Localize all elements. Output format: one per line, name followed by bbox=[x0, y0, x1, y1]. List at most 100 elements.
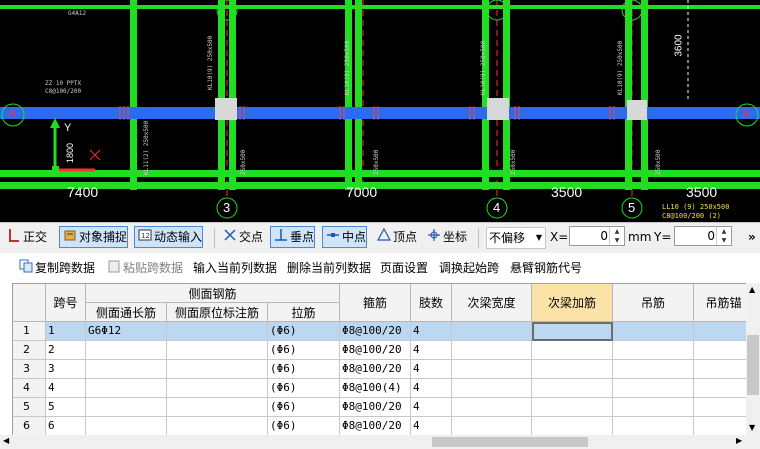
cell-side-original[interactable] bbox=[167, 322, 268, 341]
cell-secondary-width[interactable] bbox=[452, 322, 532, 341]
cell-hanger[interactable] bbox=[613, 398, 694, 417]
delete-current-column-button[interactable]: 删除当前列数据 bbox=[287, 259, 371, 277]
beam-label-2: C8@100/200 (2) bbox=[662, 212, 722, 220]
cell-stirrup[interactable]: Φ8@100/20 bbox=[340, 322, 411, 341]
cell-side-continuous[interactable] bbox=[86, 360, 167, 379]
cell-tie[interactable]: (Φ6) bbox=[268, 379, 340, 398]
cell-hanger-anchor[interactable] bbox=[694, 360, 747, 379]
cell-side-continuous[interactable] bbox=[86, 417, 167, 436]
cell-side-original[interactable] bbox=[167, 398, 268, 417]
input-current-column-button[interactable]: 输入当前列数据 bbox=[193, 259, 277, 277]
cell-hanger[interactable] bbox=[613, 379, 694, 398]
beam-label-1: LL10 (9) 250x500 bbox=[662, 203, 730, 211]
cell-span[interactable]: 1 bbox=[46, 322, 86, 341]
cell-stirrup[interactable]: Φ8@100(4) bbox=[340, 379, 411, 398]
horizontal-scroll-thumb[interactable] bbox=[432, 437, 588, 447]
cantilever-rebar-code-button[interactable]: 悬臂钢筋代号 bbox=[510, 259, 582, 277]
page-setup-button[interactable]: 页面设置 bbox=[380, 259, 428, 277]
offset-mode-select[interactable]: 不偏移 ▼ bbox=[486, 227, 546, 249]
scroll-left-icon[interactable]: ◀ bbox=[3, 436, 9, 445]
y-coordinate-input[interactable]: 0 ▲ ▼ bbox=[674, 226, 732, 246]
cell-hanger-anchor[interactable] bbox=[694, 398, 747, 417]
scroll-up-icon[interactable]: ▲ bbox=[749, 285, 755, 294]
cell-secondary-width[interactable] bbox=[452, 398, 532, 417]
cell-tie[interactable]: (Φ6) bbox=[268, 322, 340, 341]
cell-stirrup[interactable]: Φ8@100/20 bbox=[340, 417, 411, 436]
cell-secondary-extra[interactable] bbox=[532, 322, 613, 341]
copy-span-button[interactable]: 复制跨数据 bbox=[16, 259, 95, 277]
cell-legs[interactable]: 4 bbox=[411, 322, 452, 341]
vertex-icon bbox=[376, 227, 392, 248]
table-action-bar: 复制跨数据 粘贴跨数据 输入当前列数据 删除当前列数据 页面设置 调换起始跨 悬… bbox=[0, 253, 760, 281]
cell-hanger-anchor[interactable] bbox=[694, 417, 747, 436]
swap-start-span-button[interactable]: 调换起始跨 bbox=[439, 259, 499, 277]
header-corner bbox=[13, 284, 46, 322]
cell-span[interactable]: 3 bbox=[46, 360, 86, 379]
cell-secondary-extra[interactable] bbox=[532, 379, 613, 398]
cell-hanger-anchor[interactable] bbox=[694, 322, 747, 341]
x-label: X= bbox=[550, 230, 569, 244]
cell-side-continuous[interactable] bbox=[86, 379, 167, 398]
cell-secondary-width[interactable] bbox=[452, 341, 532, 360]
vertical-scrollbar[interactable]: ▲ ▼ bbox=[746, 283, 760, 435]
spinner-arrows-icon[interactable]: ▲ ▼ bbox=[609, 227, 624, 245]
cell-side-original[interactable] bbox=[167, 417, 268, 436]
cell-side-original[interactable] bbox=[167, 379, 268, 398]
cell-secondary-extra[interactable] bbox=[532, 417, 613, 436]
cell-secondary-extra[interactable] bbox=[532, 341, 613, 360]
vertex-snap[interactable]: 顶点 bbox=[374, 227, 417, 247]
dynamic-input-toggle[interactable]: 12 动态输入 bbox=[134, 226, 204, 248]
cell-legs[interactable]: 4 bbox=[411, 417, 452, 436]
cell-legs[interactable]: 4 bbox=[411, 360, 452, 379]
cell-side-original[interactable] bbox=[167, 360, 268, 379]
cell-stirrup[interactable]: Φ8@100/20 bbox=[340, 398, 411, 417]
ucs-y-label: Y bbox=[64, 122, 72, 134]
cell-hanger-anchor[interactable] bbox=[694, 379, 747, 398]
cell-hanger-anchor[interactable] bbox=[694, 341, 747, 360]
cell-legs[interactable]: 4 bbox=[411, 341, 452, 360]
cell-secondary-width[interactable] bbox=[452, 379, 532, 398]
cell-stirrup[interactable]: Φ8@100/20 bbox=[340, 341, 411, 360]
spinner-arrows-icon[interactable]: ▲ ▼ bbox=[716, 227, 731, 245]
scroll-right-icon[interactable]: ▶ bbox=[736, 436, 742, 445]
cell-hanger[interactable] bbox=[613, 322, 694, 341]
cell-tie[interactable]: (Φ6) bbox=[268, 398, 340, 417]
cell-hanger[interactable] bbox=[613, 417, 694, 436]
cell-legs[interactable]: 4 bbox=[411, 379, 452, 398]
cell-stirrup[interactable]: Φ8@100/20 bbox=[340, 360, 411, 379]
horizontal-scrollbar[interactable]: ◀ ▶ bbox=[0, 435, 760, 449]
cell-tie[interactable]: (Φ6) bbox=[268, 360, 340, 379]
object-snap-toggle[interactable]: 对象捕捉 bbox=[59, 226, 129, 248]
cell-secondary-width[interactable] bbox=[452, 417, 532, 436]
cell-side-continuous[interactable] bbox=[86, 398, 167, 417]
midpoint-snap[interactable]: 中点 bbox=[322, 226, 368, 248]
x-coordinate-input[interactable]: 0 ▲ ▼ bbox=[569, 226, 625, 246]
cell-hanger[interactable] bbox=[613, 360, 694, 379]
scroll-down-icon[interactable]: ▼ bbox=[749, 423, 755, 432]
svg-text:250x500: 250x500 bbox=[510, 149, 517, 175]
cell-span[interactable]: 4 bbox=[46, 379, 86, 398]
dropdown-arrow-icon: ▼ bbox=[535, 233, 542, 242]
paste-span-button[interactable]: 粘贴跨数据 bbox=[104, 259, 183, 277]
cad-drawing-canvas[interactable]: KL10(9) 250x500 KL10(9) 250x500 KL10(9) … bbox=[0, 0, 760, 222]
cell-secondary-extra[interactable] bbox=[532, 398, 613, 417]
cell-tie[interactable]: (Φ6) bbox=[268, 417, 340, 436]
cell-secondary-extra[interactable] bbox=[532, 360, 613, 379]
cell-side-continuous[interactable]: G6Φ12 bbox=[86, 322, 167, 341]
coordinate-snap[interactable]: 坐标 bbox=[424, 227, 467, 247]
cell-side-continuous[interactable] bbox=[86, 341, 167, 360]
cell-secondary-width[interactable] bbox=[452, 360, 532, 379]
ortho-toggle[interactable]: 正交 bbox=[4, 227, 47, 247]
toolbar-overflow-button[interactable]: » bbox=[748, 227, 756, 247]
intersection-snap[interactable]: 交点 bbox=[220, 227, 263, 247]
cell-side-original[interactable] bbox=[167, 341, 268, 360]
cell-tie[interactable]: (Φ6) bbox=[268, 341, 340, 360]
header-hanger-anchor: 吊筋锚 bbox=[694, 284, 747, 322]
cell-span[interactable]: 5 bbox=[46, 398, 86, 417]
vertical-scroll-thumb[interactable] bbox=[747, 335, 759, 395]
cell-hanger[interactable] bbox=[613, 341, 694, 360]
cell-span[interactable]: 6 bbox=[46, 417, 86, 436]
cell-span[interactable]: 2 bbox=[46, 341, 86, 360]
perpendicular-snap[interactable]: 垂点 bbox=[270, 226, 316, 248]
cell-legs[interactable]: 4 bbox=[411, 398, 452, 417]
